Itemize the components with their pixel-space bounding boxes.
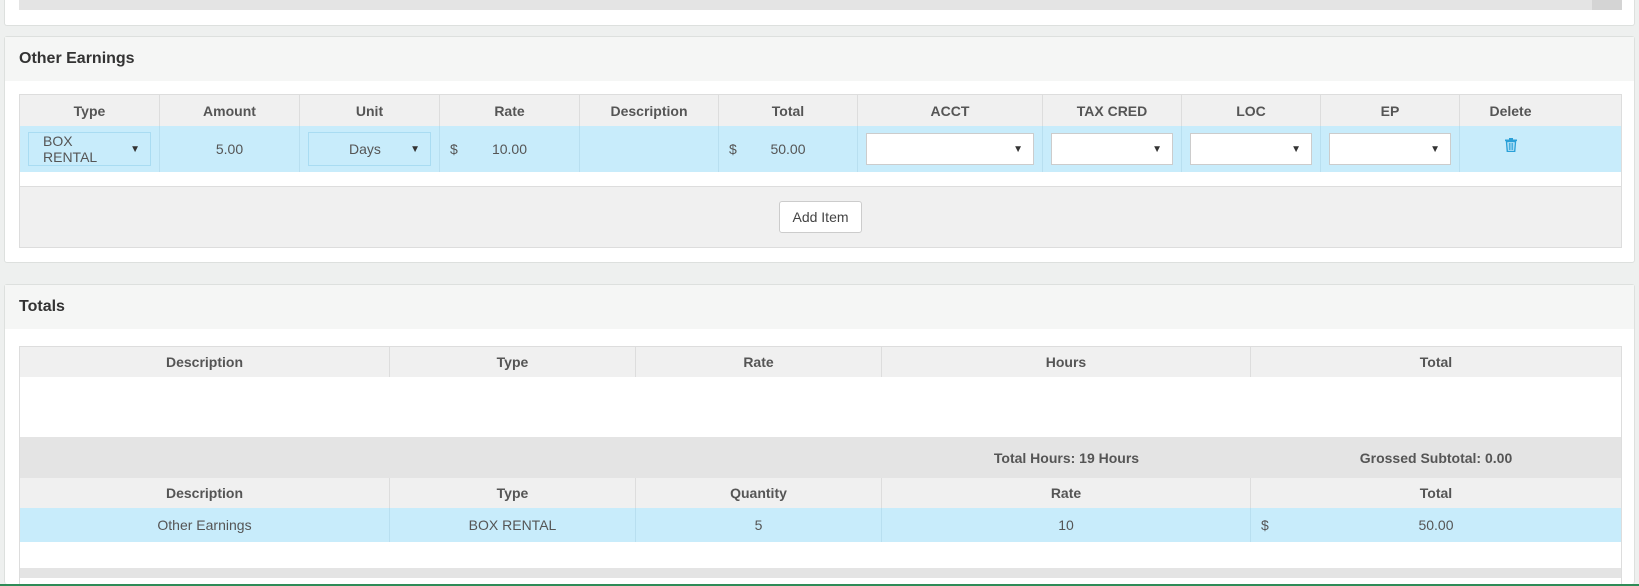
details-description: Other Earnings — [20, 508, 390, 542]
chevron-down-icon: ▼ — [1291, 143, 1301, 155]
col-loc: LOC — [1182, 95, 1321, 126]
total-value: 50.00 — [770, 141, 806, 157]
col-delete: Delete — [1489, 102, 1532, 119]
rate-currency: $ — [450, 141, 458, 157]
details-header-row: Description Type Quantity Rate Total — [20, 478, 1621, 508]
chevron-down-icon: ▼ — [130, 143, 140, 155]
details-rate: 10 — [882, 508, 1251, 542]
other-earnings-row[interactable]: BOX RENTAL ▼ 5.00 Days ▼ $ 10.00 $ 50.00 — [20, 126, 1621, 172]
details-col-type: Type — [390, 478, 636, 508]
chevron-down-icon: ▼ — [1152, 143, 1162, 155]
details-quantity: 5 — [636, 508, 882, 542]
type-select[interactable]: BOX RENTAL ▼ — [28, 132, 151, 166]
acct-select[interactable]: ▼ — [866, 133, 1034, 165]
description-input[interactable] — [580, 126, 719, 172]
other-earnings-panel: Other Earnings Type Amount Unit Rate Des… — [4, 36, 1635, 263]
details-col-total: Total — [1419, 485, 1453, 501]
chevron-down-icon: ▼ — [1013, 143, 1023, 155]
details-total-currency: $ — [1261, 517, 1269, 533]
totals-panel: Totals Description Type Rate Hours Total… — [4, 284, 1635, 586]
col-description: Description — [580, 95, 719, 126]
rate-value: 10.00 — [491, 141, 528, 157]
totals-col-total: Total — [1419, 354, 1453, 370]
amount-input[interactable]: 5.00 — [160, 126, 300, 172]
total-currency: $ — [729, 141, 737, 157]
previous-panel — [4, 0, 1635, 26]
trash-icon[interactable] — [1504, 138, 1517, 155]
other-earnings-title: Other Earnings — [5, 37, 1634, 81]
grossed-subtotal: Grossed Subtotal: 0.00 — [1359, 449, 1513, 466]
add-item-bar: Add Item — [20, 186, 1621, 247]
loc-select[interactable]: ▼ — [1190, 133, 1312, 165]
col-amount: Amount — [160, 95, 300, 126]
col-rate: Rate — [440, 95, 580, 126]
spacer-row — [20, 172, 1621, 186]
details-col-description: Description — [20, 478, 390, 508]
other-earnings-table: Type Amount Unit Rate Description Total … — [19, 94, 1622, 248]
totals-summary-row: Total Hours: 19 Hours Grossed Subtotal: … — [20, 437, 1621, 478]
chevron-down-icon: ▼ — [1430, 143, 1440, 155]
col-unit: Unit — [300, 95, 440, 126]
details-total: $ 50.00 — [1251, 508, 1621, 542]
details-spacer — [20, 542, 1621, 568]
col-total: Total — [719, 95, 858, 126]
add-item-button[interactable]: Add Item — [779, 201, 862, 233]
totals-header-row: Description Type Rate Hours Total — [20, 347, 1621, 377]
totals-col-hours: Hours — [882, 347, 1251, 377]
details-col-quantity: Quantity — [636, 478, 882, 508]
type-select-value: BOX RENTAL — [43, 133, 98, 165]
col-ep: EP — [1321, 95, 1460, 126]
details-total-value: 50.00 — [1418, 517, 1454, 533]
totals-table: Description Type Rate Hours Total Total … — [19, 346, 1622, 586]
totals-col-description: Description — [20, 347, 390, 377]
details-row[interactable]: Other Earnings BOX RENTAL 5 10 $ 50.00 — [20, 508, 1621, 542]
col-acct: ACCT — [858, 95, 1043, 126]
details-col-rate: Rate — [882, 478, 1251, 508]
col-tax-cred: TAX CRED — [1043, 95, 1182, 126]
chevron-down-icon: ▼ — [410, 143, 420, 155]
unit-select[interactable]: Days ▼ — [308, 132, 431, 166]
scrollbar-thumb[interactable] — [1592, 0, 1622, 10]
details-footer-strip — [20, 568, 1621, 578]
totals-col-type: Type — [390, 347, 636, 377]
details-type: BOX RENTAL — [390, 508, 636, 542]
rate-input[interactable]: $ 10.00 — [440, 126, 580, 172]
tax-cred-select[interactable]: ▼ — [1051, 133, 1173, 165]
totals-title: Totals — [5, 285, 1634, 329]
totals-empty-body — [20, 377, 1621, 437]
unit-select-value: Days — [349, 141, 381, 157]
totals-col-rate: Rate — [636, 347, 882, 377]
horizontal-scrollbar[interactable] — [19, 0, 1622, 10]
total-cell: $ 50.00 — [719, 126, 858, 172]
ep-select[interactable]: ▼ — [1329, 133, 1451, 165]
other-earnings-header-row: Type Amount Unit Rate Description Total … — [20, 95, 1621, 126]
col-type: Type — [20, 95, 160, 126]
total-hours: Total Hours: 19 Hours — [993, 449, 1140, 466]
